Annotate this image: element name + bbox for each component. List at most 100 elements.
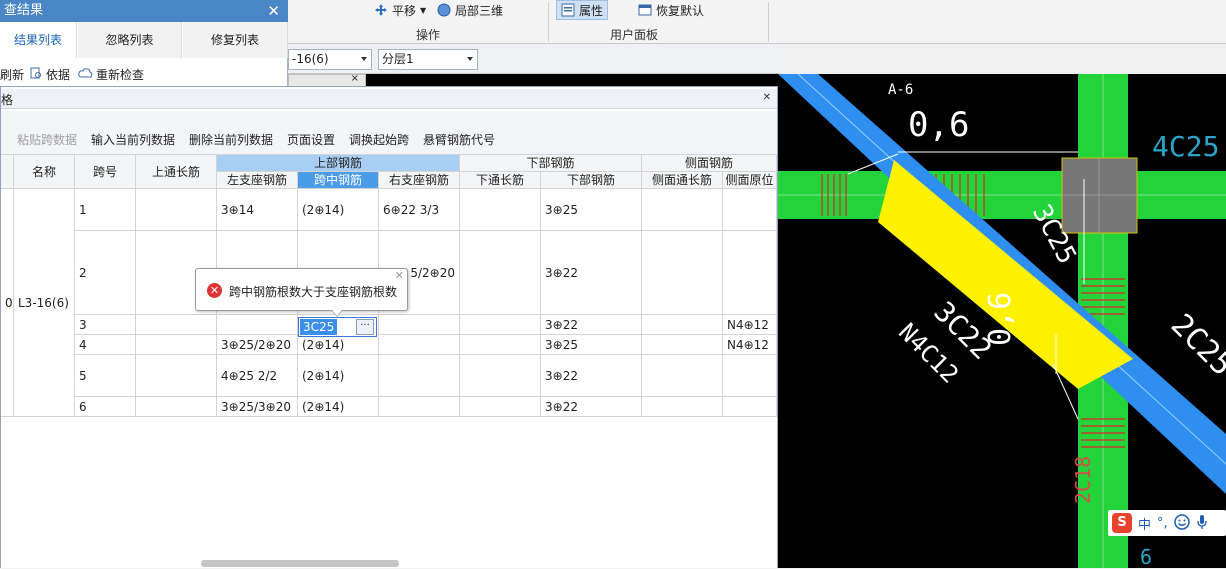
cell-bottom[interactable]: 3⊕22 (541, 397, 642, 417)
cell-right[interactable]: 6⊕22 3/3 (379, 189, 460, 231)
cell-left[interactable]: 3⊕25/2⊕20 (217, 335, 298, 355)
top-through-cell[interactable] (136, 335, 217, 355)
tab-ignore-list[interactable]: 忽略列表 (78, 22, 182, 58)
side-through-cell[interactable] (642, 315, 723, 335)
cell-side[interactable] (723, 355, 777, 397)
cell-bottom[interactable]: 3⊕22 (541, 315, 642, 335)
cell-span[interactable]: 1 (75, 189, 136, 231)
col-side-original-header[interactable]: 侧面原位 (723, 172, 777, 189)
col-bottom-through-header[interactable]: 下通长筋 (460, 172, 541, 189)
top-through-cell[interactable] (136, 355, 217, 397)
cad-label: 0,6 (908, 105, 969, 145)
ime-punct-toggle[interactable]: °, (1157, 516, 1168, 531)
side-through-cell[interactable] (642, 355, 723, 397)
side-through-cell[interactable] (642, 231, 723, 315)
cell-span[interactable]: 2 (75, 231, 136, 315)
cell-bottom[interactable]: 3⊕25 (541, 189, 642, 231)
cell-right[interactable] (379, 397, 460, 417)
cell-side[interactable] (723, 189, 777, 231)
cell-bottom[interactable]: 3⊕22 (541, 355, 642, 397)
microphone-icon[interactable] (1196, 514, 1208, 533)
cell-right[interactable] (379, 335, 460, 355)
bottom-through-cell[interactable] (460, 397, 541, 417)
group-side-rebar-header: 侧面钢筋 (642, 155, 777, 172)
cell-left[interactable]: 4⊕25 2/2 (217, 355, 298, 397)
cell-mid[interactable]: (2⊕14) (298, 397, 379, 417)
side-through-cell[interactable] (642, 189, 723, 231)
error-tooltip: ✕ 跨中钢筋根数大于支座钢筋根数 ✕ (195, 268, 408, 317)
ops-group-label: 操作 (416, 28, 441, 42)
properties-button[interactable]: 属性 (556, 0, 609, 20)
bottom-through-cell[interactable] (460, 231, 541, 315)
col-left-support-header[interactable]: 左支座钢筋 (217, 172, 298, 189)
cell-bottom[interactable]: 3⊕25 (541, 335, 642, 355)
close-icon[interactable]: × (351, 73, 359, 84)
basis-label: 依据 (46, 68, 71, 82)
bottom-through-cell[interactable] (460, 189, 541, 231)
cell-span[interactable]: 6 (75, 397, 136, 417)
top-through-cell[interactable] (136, 315, 217, 335)
basis-button[interactable]: 依据 (30, 66, 70, 83)
cell-mid[interactable]: (2⊕14) (298, 189, 379, 231)
layer-select[interactable]: 分层1 (378, 49, 478, 70)
recheck-button[interactable]: 重新检查 (78, 66, 144, 83)
col-right-support-header[interactable]: 右支座钢筋 (379, 172, 460, 189)
close-icon[interactable]: ✕ (267, 0, 280, 22)
cell-span[interactable]: 4 (75, 335, 136, 355)
top-through-cell[interactable] (136, 397, 217, 417)
col-top-through-header[interactable]: 上通长筋 (136, 155, 217, 189)
cell-mid[interactable]: (2⊕14) (298, 335, 379, 355)
cell-side[interactable] (723, 397, 777, 417)
local-3d-button[interactable]: 局部三维 (433, 0, 507, 20)
member-select[interactable]: -16(6) (288, 49, 372, 70)
col-span-header[interactable]: 跨号 (75, 155, 136, 189)
cell-span[interactable]: 5 (75, 355, 136, 397)
cell-right[interactable] (379, 315, 460, 335)
cell-side[interactable] (723, 231, 777, 315)
cell-bottom[interactable]: 3⊕22 (541, 231, 642, 315)
delete-column-button[interactable]: 删除当前列数据 (189, 131, 273, 148)
member-name-cell[interactable]: L3-16(6) (14, 189, 75, 417)
ellipsis-button[interactable]: ··· (356, 319, 374, 335)
cell-span[interactable]: 3 (75, 315, 136, 335)
col-mid-span-header[interactable]: 跨中钢筋 (298, 172, 379, 189)
input-column-button[interactable]: 输入当前列数据 (91, 131, 175, 148)
bottom-through-cell[interactable] (460, 335, 541, 355)
mid-span-edit-value[interactable]: 3C25 (300, 319, 338, 335)
scrollbar-thumb[interactable] (201, 560, 399, 567)
smiley-icon[interactable] (1173, 513, 1190, 533)
swap-start-span-button[interactable]: 调换起始跨 (349, 131, 409, 148)
cell-left[interactable]: 3⊕14 (217, 189, 298, 231)
bottom-through-cell[interactable] (460, 315, 541, 335)
cell-right[interactable] (379, 355, 460, 397)
pan-button[interactable]: 平移 ▼ (370, 0, 430, 20)
cell-left[interactable] (217, 315, 298, 335)
cell-mid[interactable]: (2⊕14) (298, 355, 379, 397)
col-bottom-bar-header[interactable]: 下部钢筋 (541, 172, 642, 189)
cell-left[interactable]: 3⊕25/3⊕20 (217, 397, 298, 417)
top-through-cell[interactable] (136, 189, 217, 231)
tab-fix-list[interactable]: 修复列表 (183, 22, 288, 58)
refresh-button[interactable]: 刷新 (0, 66, 24, 83)
horizontal-scrollbar[interactable] (1, 559, 777, 568)
left-fragment-cell[interactable]: 0 (1, 189, 14, 417)
col-side-through-header[interactable]: 侧面通长筋 (642, 172, 723, 189)
tab-result-list[interactable]: 结果列表 (0, 22, 77, 58)
close-icon[interactable]: ✕ (395, 269, 404, 282)
cell-side[interactable]: N4⊕12 (723, 315, 777, 335)
mid-span-edit-cell[interactable]: 3C25 ··· (298, 317, 377, 337)
paste-span-button[interactable]: 粘贴跨数据 (17, 131, 77, 148)
side-through-cell[interactable] (642, 335, 723, 355)
cantilever-code-button[interactable]: 悬臂钢筋代号 (423, 131, 495, 148)
cell-text: 4⊕25 2/2 (221, 368, 278, 383)
side-through-cell[interactable] (642, 397, 723, 417)
col-name-header[interactable]: 名称 (14, 155, 75, 189)
ime-mode-toggle[interactable]: 中 (1138, 514, 1151, 533)
close-icon[interactable]: ✕ (763, 92, 771, 103)
cell-side[interactable]: N4⊕12 (723, 335, 777, 355)
page-setup-button[interactable]: 页面设置 (287, 131, 335, 148)
restore-default-button[interactable]: 恢复默认 (634, 0, 708, 20)
cad-drawing-canvas[interactable]: A-6 0,6 4C25 3C25 3C22 N4C12 0,6 2C25 2C… (778, 74, 1226, 568)
bottom-through-cell[interactable] (460, 355, 541, 397)
sogou-logo-icon[interactable]: S (1112, 513, 1132, 533)
